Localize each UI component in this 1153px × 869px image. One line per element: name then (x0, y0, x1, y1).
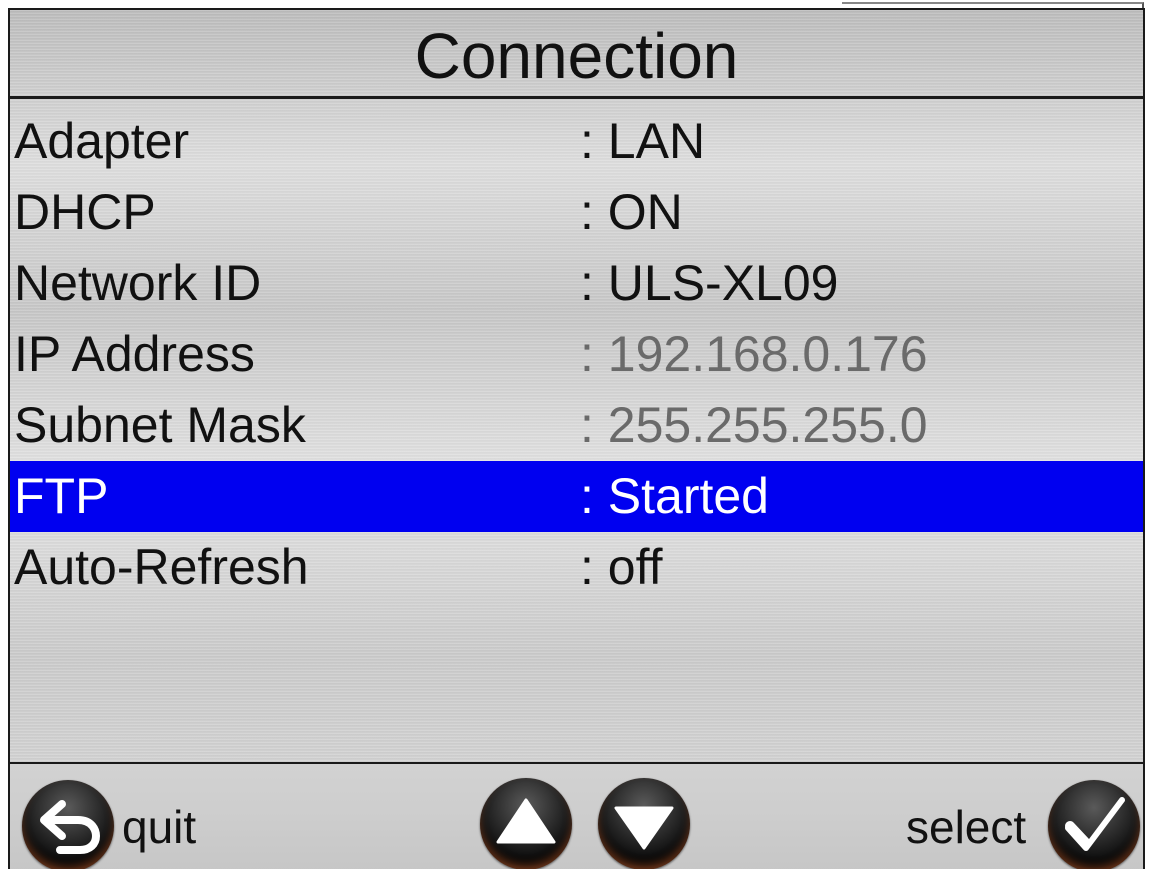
setting-label: Auto-Refresh (14, 539, 309, 595)
setting-label: Adapter (14, 113, 190, 169)
setting-row-adapter[interactable]: Adapter : LAN (10, 106, 1143, 177)
setting-value: : ON (580, 184, 683, 240)
setting-value: : ULS-XL09 (580, 255, 839, 311)
page-title: Connection (414, 20, 739, 92)
setting-row-ftp[interactable]: FTP : Started (10, 461, 1143, 532)
setting-value: : 255.255.255.0 (580, 397, 928, 453)
triangle-down-icon (614, 806, 674, 850)
setting-label: FTP (14, 468, 109, 524)
quit-button[interactable] (22, 780, 114, 869)
title-divider (10, 96, 1143, 99)
back-arrow-icon (40, 800, 101, 854)
setting-value: : Started (580, 468, 769, 524)
setting-value: : LAN (580, 113, 706, 169)
checkmark-icon (1065, 797, 1125, 851)
setting-row-auto-refresh[interactable]: Auto-Refresh : off (10, 532, 1143, 603)
select-label[interactable]: select (906, 802, 1026, 852)
scroll-up-button[interactable] (480, 778, 572, 869)
setting-label: Subnet Mask (14, 397, 306, 453)
triangle-up-icon (496, 798, 556, 844)
setting-row-ip-address: IP Address : 192.168.0.176 (10, 319, 1143, 390)
setting-label: Network ID (14, 255, 262, 311)
scroll-down-button[interactable] (598, 778, 690, 869)
select-button[interactable] (1048, 780, 1140, 869)
settings-list: Adapter : LAN DHCP : ON Network ID : ULS… (10, 106, 1143, 603)
setting-row-network-id[interactable]: Network ID : ULS-XL09 (10, 248, 1143, 319)
connection-panel: Connection Adapter : LAN DHCP : ON Netwo… (8, 8, 1145, 869)
bottom-toolbar: quit select (10, 762, 1143, 869)
screen: Connection Adapter : LAN DHCP : ON Netwo… (0, 0, 1153, 869)
setting-value: : off (580, 539, 663, 595)
setting-row-subnet-mask: Subnet Mask : 255.255.255.0 (10, 390, 1143, 461)
quit-label[interactable]: quit (122, 802, 196, 852)
setting-row-dhcp[interactable]: DHCP : ON (10, 177, 1143, 248)
setting-label: DHCP (14, 184, 156, 240)
setting-value: : 192.168.0.176 (580, 326, 928, 382)
setting-label: IP Address (14, 326, 255, 382)
